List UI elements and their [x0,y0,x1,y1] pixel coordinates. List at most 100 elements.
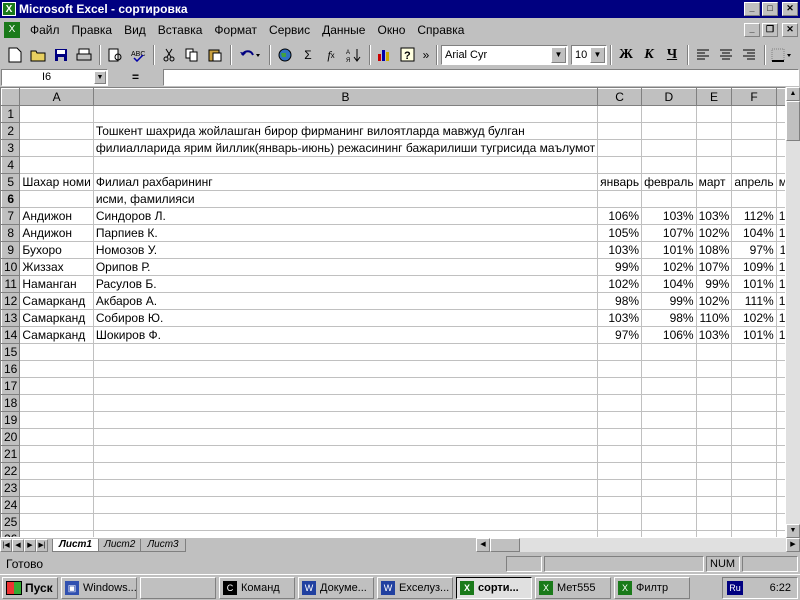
cell[interactable]: 101% [641,241,697,259]
help-icon[interactable]: ? [397,44,419,66]
workbook-minimize-button[interactable]: _ [744,23,760,37]
cell[interactable] [696,496,733,514]
font-name-select[interactable]: Arial Cyr ▼ [441,45,568,65]
cell[interactable]: Акбаров А. [93,292,599,310]
web-icon[interactable] [274,44,296,66]
cell[interactable] [696,394,733,412]
taskbar-button[interactable]: C Команд [219,576,295,599]
cell[interactable] [696,530,733,537]
row-header[interactable]: 10 [1,258,21,276]
cell[interactable] [696,190,733,208]
cell[interactable] [19,394,94,412]
chevron-down-icon[interactable]: ▼ [551,47,566,63]
cell[interactable]: 99% [696,275,733,293]
taskbar-button[interactable]: W Докуме... [298,576,374,599]
cell[interactable] [597,513,643,531]
cell[interactable] [93,428,599,446]
cell[interactable] [597,105,643,123]
row-header[interactable]: 17 [1,377,21,395]
column-header[interactable]: A [19,88,94,106]
cell[interactable] [93,445,599,463]
close-button[interactable]: ✕ [782,2,798,16]
cell[interactable]: 103% [696,207,733,225]
column-header[interactable]: C [597,88,643,106]
cell[interactable]: 107% [696,258,733,276]
cell[interactable] [93,394,599,412]
row-header[interactable]: 25 [1,513,21,531]
italic-button[interactable]: К [638,44,660,66]
cell[interactable] [696,513,733,531]
cell[interactable] [641,122,697,140]
cell[interactable]: 102% [696,224,733,242]
chart-icon[interactable] [374,44,396,66]
formula-equals-label[interactable]: = [108,70,163,84]
cell[interactable] [731,479,777,497]
sheet-tab-2[interactable]: Лист2 [97,538,143,552]
cell[interactable] [696,360,733,378]
taskbar-button[interactable]: W Exселуз... [377,576,453,599]
cell[interactable]: Самарканд [19,326,94,344]
last-sheet-button[interactable]: ▶| [36,538,48,552]
cell[interactable]: Шахар номи [19,173,94,191]
menu-file[interactable]: Файл [24,23,66,37]
cell[interactable] [731,496,777,514]
first-sheet-button[interactable]: |◀ [0,538,12,552]
cell[interactable] [19,360,94,378]
cell[interactable] [641,343,697,361]
cell[interactable]: 105% [776,326,785,344]
cell[interactable]: 103% [597,241,643,259]
cell[interactable] [19,479,94,497]
row-header[interactable]: 13 [1,309,21,327]
bold-button[interactable]: Ж [615,44,637,66]
cell[interactable]: 99% [641,292,697,310]
cell[interactable] [597,496,643,514]
cell[interactable]: Расулов Б. [93,275,599,293]
cell[interactable]: 102% [597,275,643,293]
cell[interactable] [776,360,785,378]
cell[interactable]: Самарканд [19,309,94,327]
sort-icon[interactable]: АЯ [343,44,365,66]
cell[interactable] [19,122,94,140]
cut-icon[interactable] [158,44,180,66]
excel-icon[interactable]: X [2,2,16,16]
cell[interactable] [696,411,733,429]
cell[interactable]: Бухоро [19,241,94,259]
scroll-right-button[interactable]: ▶ [786,538,800,552]
cell[interactable] [731,122,777,140]
cell[interactable]: 101% [731,326,777,344]
cell[interactable] [641,156,697,174]
cell[interactable] [93,411,599,429]
new-icon[interactable] [4,44,26,66]
cell[interactable] [93,343,599,361]
cell[interactable]: 97% [731,241,777,259]
menu-view[interactable]: Вид [118,23,152,37]
cell[interactable] [641,496,697,514]
row-header[interactable]: 21 [1,445,21,463]
cell[interactable]: 107% [641,224,697,242]
cell[interactable] [776,139,785,157]
column-header[interactable]: E [695,88,733,106]
cell[interactable]: Самарканд [19,292,94,310]
cell[interactable] [731,105,777,123]
select-all-corner[interactable] [1,88,21,106]
cell[interactable] [696,445,733,463]
cell[interactable] [19,496,94,514]
cell[interactable] [597,411,643,429]
cell[interactable] [19,105,94,123]
column-header[interactable]: B [92,88,599,106]
row-header[interactable]: 24 [1,496,21,514]
cell[interactable] [641,139,697,157]
cell[interactable]: Синдоров Л. [93,207,599,225]
cell[interactable]: Андижон [19,224,94,242]
autosum-icon[interactable]: Σ [297,44,319,66]
cell[interactable] [641,394,697,412]
cell[interactable]: 106% [597,207,643,225]
cell[interactable] [696,428,733,446]
workbook-close-button[interactable]: ✕ [782,23,798,37]
row-header[interactable]: 22 [1,462,21,480]
cell[interactable]: 101% [731,275,777,293]
cell[interactable] [641,445,697,463]
name-box[interactable]: I6 ▼ [1,68,108,86]
sheet-tab-1[interactable]: Лист1 [52,538,99,552]
maximize-button[interactable]: □ [762,2,778,16]
